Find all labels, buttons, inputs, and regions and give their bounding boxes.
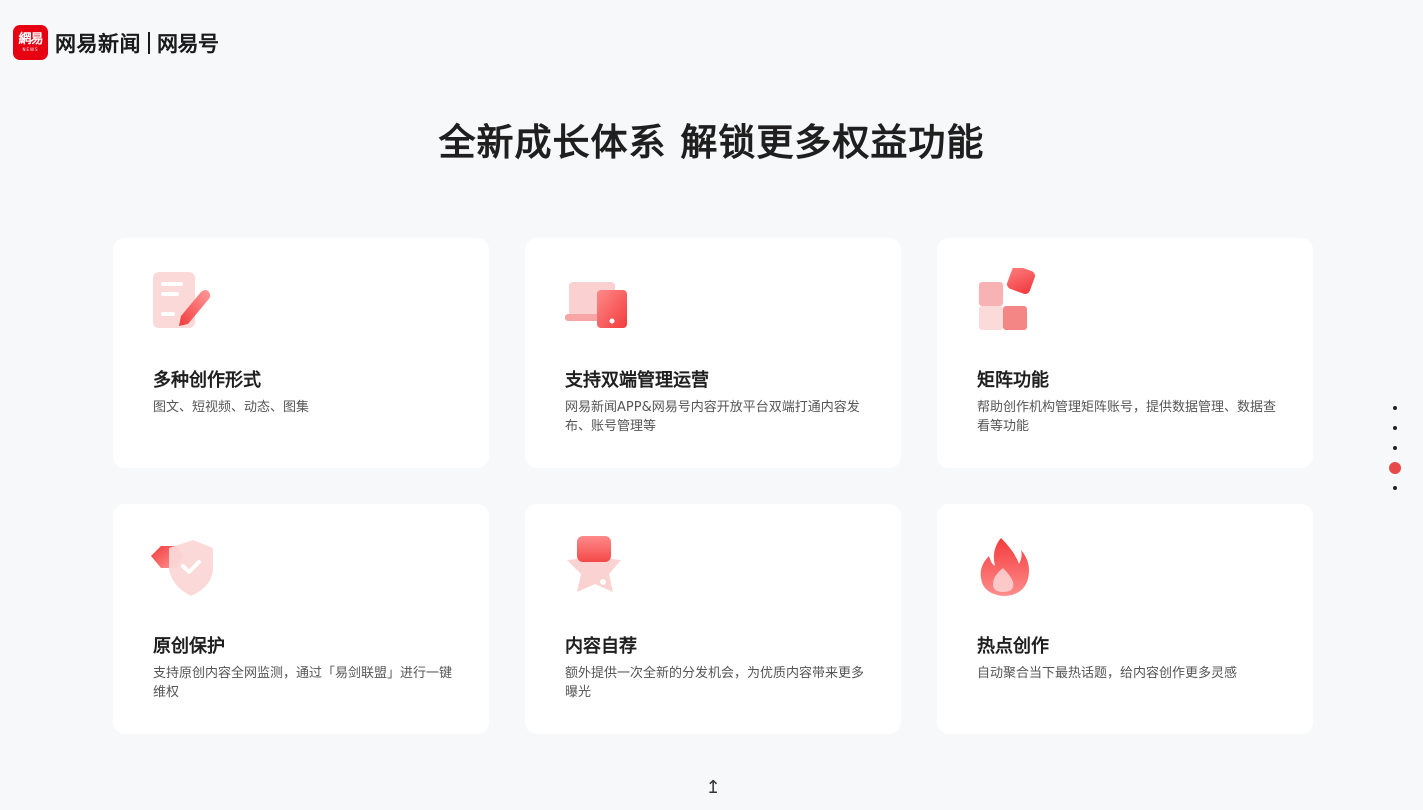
pager-dot-1[interactable] (1393, 406, 1397, 410)
matrix-blocks-icon (975, 266, 1039, 332)
feature-title: 矩阵功能 (977, 370, 1049, 391)
feature-title: 多种创作形式 (153, 370, 261, 391)
dual-device-icon (563, 268, 627, 332)
feature-card: 内容自荐 额外提供一次全新的分发机会，为优质内容带来更多曝光 (525, 504, 901, 734)
feature-desc: 图文、短视频、动态、图集 (153, 400, 310, 415)
feature-card: 多种创作形式 图文、短视频、动态、图集 (113, 238, 489, 468)
feature-desc: 额外提供一次全新的分发机会，为优质内容带来更多曝光 (565, 666, 865, 700)
netease-logo-badge: 網易 NEWS (13, 25, 48, 60)
feature-card: 原创保护 支持原创内容全网监测，通过「易剑联盟」进行一键维权 (113, 504, 489, 734)
feature-title: 内容自荐 (565, 636, 637, 657)
feature-desc: 帮助创作机构管理矩阵账号，提供数据管理、数据查看等功能 (977, 400, 1277, 434)
feature-card: 矩阵功能 帮助创作机构管理矩阵账号，提供数据管理、数据查看等功能 (937, 238, 1313, 468)
feature-desc: 自动聚合当下最热话题，给内容创作更多灵感 (977, 666, 1238, 681)
feature-desc: 支持原创内容全网监测，通过「易剑联盟」进行一键维权 (153, 666, 453, 700)
scroll-up-icon[interactable]: ↥ (705, 777, 721, 798)
shield-check-icon (151, 534, 215, 598)
feature-title: 支持双端管理运营 (565, 370, 709, 391)
brand-name: 网易新闻 (55, 31, 141, 56)
brand-sub: 网易号 (157, 31, 219, 56)
feature-title: 热点创作 (977, 636, 1049, 657)
page-title: 全新成长体系 解锁更多权益功能 (438, 121, 985, 164)
logo-mark: 網易 (18, 32, 43, 47)
pager-dot-2[interactable] (1393, 426, 1397, 430)
feature-card: 热点创作 自动聚合当下最热话题，给内容创作更多灵感 (937, 504, 1313, 734)
page-pagination (1389, 398, 1401, 498)
feature-card: 支持双端管理运营 网易新闻APP&网易号内容开放平台双端打通内容发布、账号管理等 (525, 238, 901, 468)
logo-mark-sub: NEWS (22, 47, 39, 52)
pager-dot-3[interactable] (1393, 446, 1397, 450)
logo-divider (148, 31, 150, 54)
site-logo[interactable]: 網易 NEWS 网易新闻 网易号 (13, 25, 219, 60)
flame-icon (975, 534, 1039, 598)
feature-title: 原创保护 (153, 636, 225, 657)
feature-desc: 网易新闻APP&网易号内容开放平台双端打通内容发布、账号管理等 (565, 400, 860, 434)
document-edit-icon (151, 268, 215, 332)
pager-dot-5[interactable] (1393, 486, 1397, 490)
pager-dot-4-active[interactable] (1389, 462, 1401, 474)
feature-grid: 多种创作形式 图文、短视频、动态、图集 支持双端管理运营 网易新闻APP&网易号… (113, 238, 1313, 734)
star-recommend-icon (563, 534, 627, 598)
